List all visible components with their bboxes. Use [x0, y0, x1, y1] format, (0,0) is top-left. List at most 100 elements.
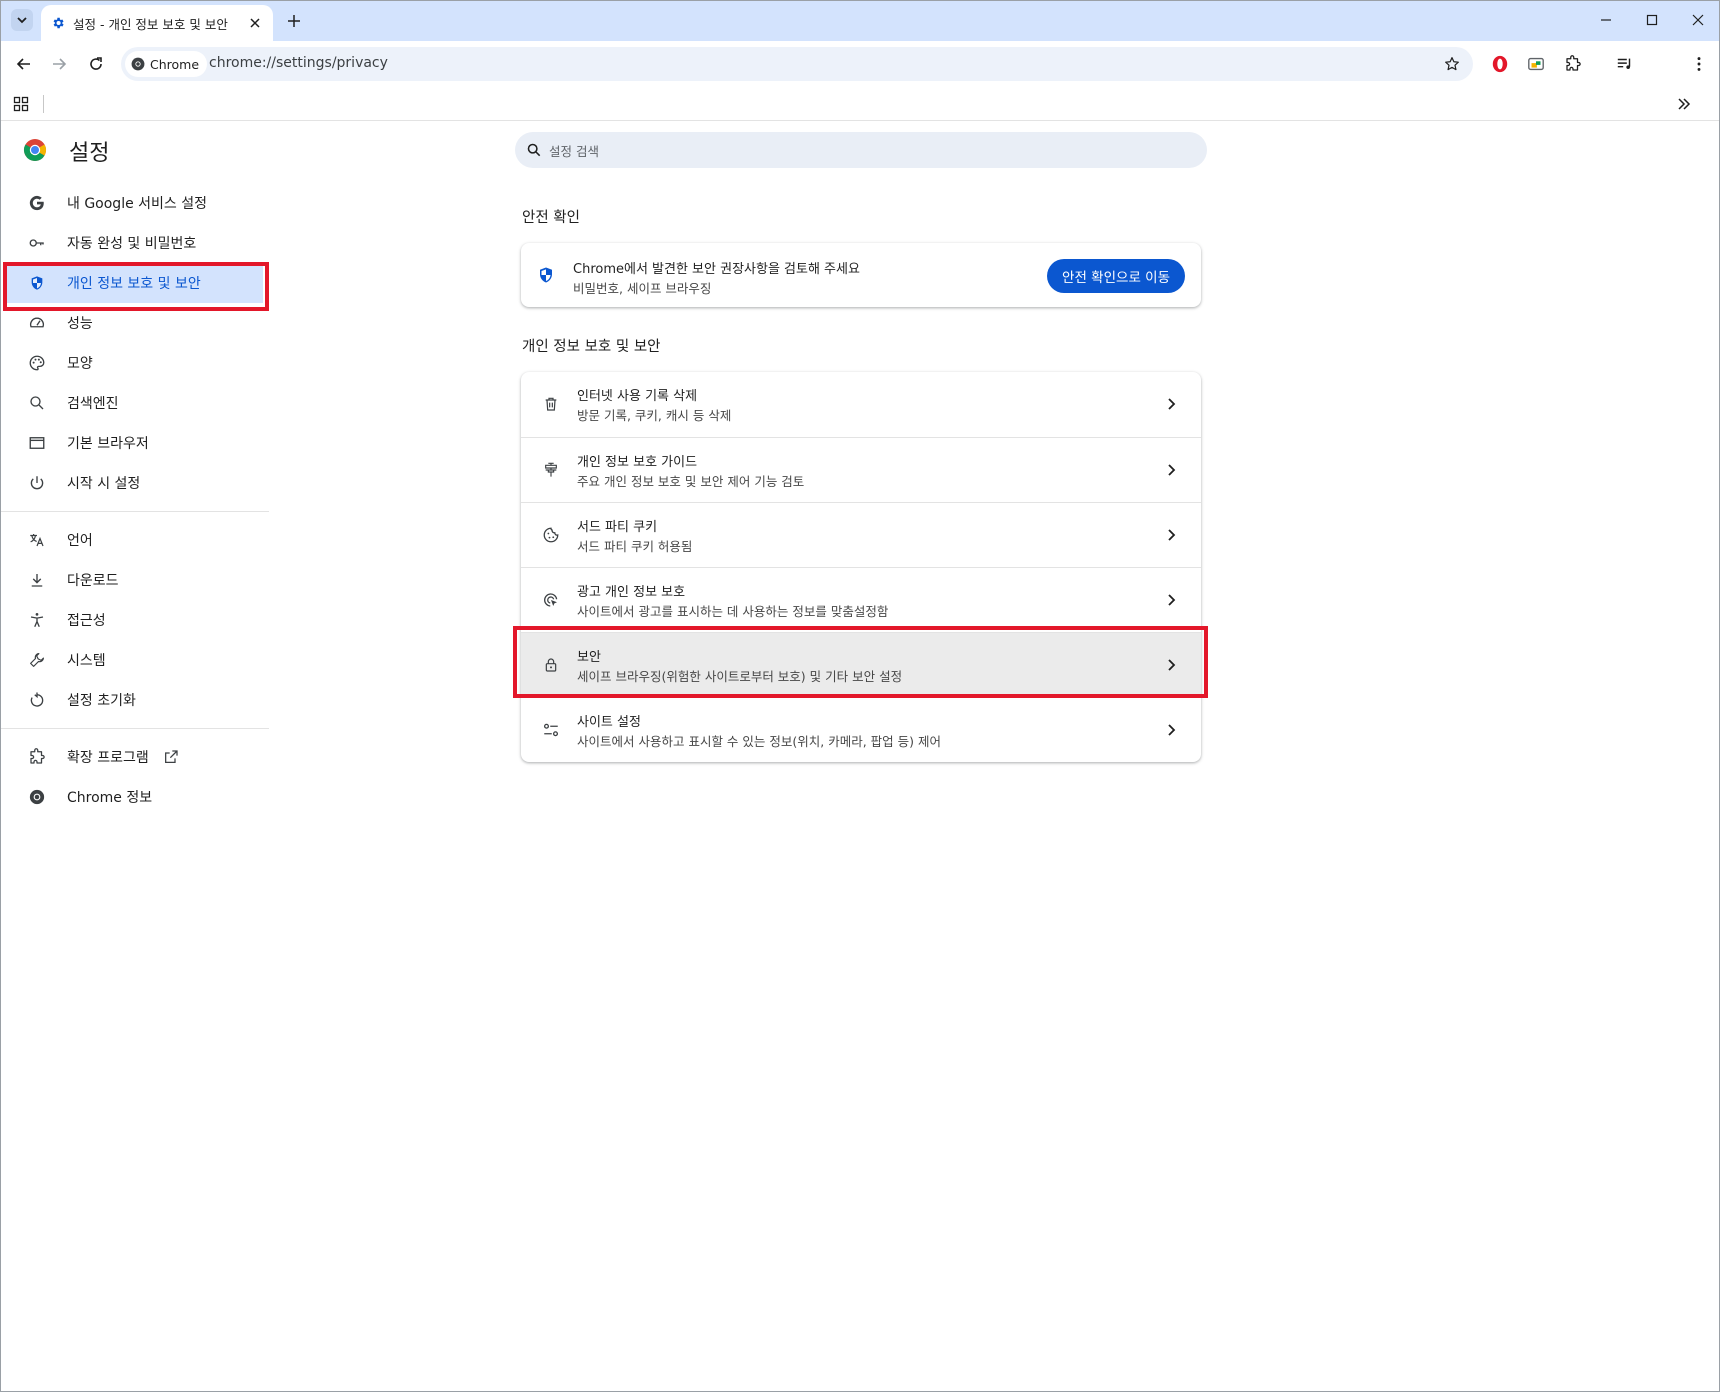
tab-strip: 설정 - 개인 정보 보호 및 보안: [1, 1, 1719, 41]
sidebar-item-downloads[interactable]: 다운로드: [1, 560, 269, 600]
row-title: 인터넷 사용 기록 삭제: [577, 389, 698, 404]
trash-icon: [541, 394, 561, 414]
row-subtitle: 사이트에서 사용하고 표시할 수 있는 정보(위치, 카메라, 팝업 등) 제어: [577, 734, 941, 749]
search-placeholder: 설정 검색: [549, 143, 599, 159]
tab-settings[interactable]: 설정 - 개인 정보 보호 및 보안: [41, 5, 273, 41]
site-info-chip[interactable]: Chrome: [125, 51, 208, 77]
power-icon: [27, 473, 47, 493]
sidebar-item-label: 시스템: [67, 653, 106, 669]
sidebar-item-languages[interactable]: 언어: [1, 520, 269, 560]
go-to-safety-check-button[interactable]: 안전 확인으로 이동: [1047, 259, 1185, 293]
key-icon: [27, 233, 47, 253]
chevron-right-icon: [1163, 527, 1179, 543]
minimize-button[interactable]: [1595, 9, 1617, 31]
bookmarks-bar: [1, 87, 1719, 121]
search-icon: [27, 393, 47, 413]
reload-button[interactable]: [84, 52, 108, 76]
url-text[interactable]: chrome://settings/privacy: [209, 55, 388, 71]
back-button[interactable]: [12, 52, 36, 76]
chevron-right-icon: [1163, 722, 1179, 738]
puzzle-icon: [27, 747, 47, 767]
tab-title: 설정 - 개인 정보 보호 및 보안: [73, 16, 228, 32]
settings-search-input[interactable]: 설정 검색: [515, 132, 1207, 168]
close-tab-icon[interactable]: [247, 15, 263, 31]
kebab-menu-icon: [1697, 57, 1701, 71]
chrome-icon: [131, 57, 145, 71]
chevron-down-icon: [17, 17, 27, 24]
sidebar-item-extensions[interactable]: 확장 프로그램: [1, 737, 269, 777]
sidebar-item-on-startup[interactable]: 시작 시 설정: [1, 463, 269, 503]
row-subtitle: 방문 기록, 쿠키, 캐시 등 삭제: [577, 408, 732, 423]
wrench-icon: [27, 650, 47, 670]
browser-window: 설정 - 개인 정보 보호 및 보안 Chrome chrome://setti…: [0, 0, 1720, 1392]
chevron-right-icon: [1163, 396, 1179, 412]
sidebar-item-reset[interactable]: 설정 초기화: [1, 680, 269, 720]
opera-extension-button[interactable]: [1488, 52, 1512, 76]
chrome-logo-icon: [23, 138, 47, 162]
reset-icon: [27, 690, 47, 710]
sidebar-item-label: 언어: [67, 533, 93, 549]
search-icon: [527, 143, 541, 157]
address-bar[interactable]: Chrome chrome://settings/privacy: [121, 47, 1473, 81]
sidebar-item-label: 모양: [67, 356, 93, 372]
cast-extension-button[interactable]: [1524, 52, 1548, 76]
plus-icon: [288, 15, 300, 27]
shield-icon: [537, 265, 557, 285]
double-chevron-right-icon[interactable]: [1676, 96, 1692, 112]
ad-privacy-icon: [541, 590, 561, 610]
row-subtitle: 사이트에서 광고를 표시하는 데 사용하는 정보를 맞춤설정함: [577, 604, 889, 619]
browser-window-icon: [27, 433, 47, 453]
sidebar-divider: [1, 728, 269, 729]
speedometer-icon: [27, 313, 47, 333]
sidebar-item-about-chrome[interactable]: Chrome 정보: [1, 777, 269, 817]
row-third-party-cookies[interactable]: 서드 파티 쿠키 서드 파티 쿠키 허용됨: [521, 502, 1201, 567]
sidebar-item-label: 성능: [67, 316, 93, 332]
forward-button[interactable]: [47, 52, 71, 76]
sidebar-item-label: 확장 프로그램: [67, 750, 149, 766]
chip-label: Chrome: [150, 56, 200, 72]
sidebar-item-accessibility[interactable]: 접근성: [1, 600, 269, 640]
sidebar-item-label: 접근성: [67, 613, 106, 629]
sidebar-item-system[interactable]: 시스템: [1, 640, 269, 680]
sidebar-item-label: Chrome 정보: [67, 790, 153, 806]
sidebar-item-label: 검색엔진: [67, 396, 119, 412]
row-ad-privacy[interactable]: 광고 개인 정보 보호 사이트에서 광고를 표시하는 데 사용하는 정보를 맞춤…: [521, 567, 1201, 632]
row-title: 사이트 설정: [577, 715, 641, 730]
sidebar-item-label: 기본 브라우저: [67, 436, 149, 452]
sidebar-divider: [1, 511, 269, 512]
maximize-icon: [1646, 14, 1658, 26]
privacy-card: 인터넷 사용 기록 삭제 방문 기록, 쿠키, 캐시 등 삭제 개인 정보 보호…: [521, 372, 1201, 762]
row-privacy-guide[interactable]: 개인 정보 보호 가이드 주요 개인 정보 보호 및 보안 제어 기능 검토: [521, 437, 1201, 502]
new-tab-button[interactable]: [283, 10, 305, 32]
maximize-button[interactable]: [1641, 9, 1663, 31]
close-window-button[interactable]: [1687, 9, 1709, 31]
back-arrow-icon: [16, 58, 30, 70]
safety-check-card: Chrome에서 발견한 보안 권장사항을 검토해 주세요 비밀번호, 세이프 …: [521, 243, 1201, 307]
row-subtitle: 서드 파티 쿠키 허용됨: [577, 539, 693, 554]
row-clear-browsing-data[interactable]: 인터넷 사용 기록 삭제 방문 기록, 쿠키, 캐시 등 삭제: [521, 372, 1201, 437]
sidebar-item-autofill[interactable]: 자동 완성 및 비밀번호: [1, 223, 269, 263]
sidebar-item-google-services[interactable]: 내 Google 서비스 설정: [1, 183, 269, 223]
sidebar-item-search-engine[interactable]: 검색엔진: [1, 383, 269, 423]
download-icon: [27, 570, 47, 590]
gear-icon: [53, 17, 64, 29]
chrome-menu-button[interactable]: [1687, 52, 1711, 76]
media-controls-button[interactable]: [1613, 52, 1637, 76]
highlight-box-sidebar: [3, 262, 269, 311]
highlight-box-security: [513, 626, 1208, 698]
page-title: 설정: [69, 141, 110, 166]
row-subtitle: 주요 개인 정보 보호 및 보안 제어 기능 검토: [577, 474, 805, 489]
extensions-button[interactable]: [1561, 52, 1585, 76]
row-site-settings[interactable]: 사이트 설정 사이트에서 사용하고 표시할 수 있는 정보(위치, 카메라, 팝…: [521, 697, 1201, 762]
external-link-icon: [163, 748, 181, 766]
toolbar: Chrome chrome://settings/privacy: [1, 41, 1719, 87]
sidebar-item-default-browser[interactable]: 기본 브라우저: [1, 423, 269, 463]
sidebar-item-label: 시작 시 설정: [67, 476, 141, 492]
row-title: 서드 파티 쿠키: [577, 520, 658, 535]
star-icon: [1445, 57, 1459, 71]
tab-search-button[interactable]: [11, 9, 33, 31]
sidebar-item-appearance[interactable]: 모양: [1, 343, 269, 383]
bookmark-star-button[interactable]: [1441, 53, 1463, 75]
sidebar-item-label: 내 Google 서비스 설정: [67, 196, 207, 212]
apps-grid-icon[interactable]: [13, 96, 29, 112]
